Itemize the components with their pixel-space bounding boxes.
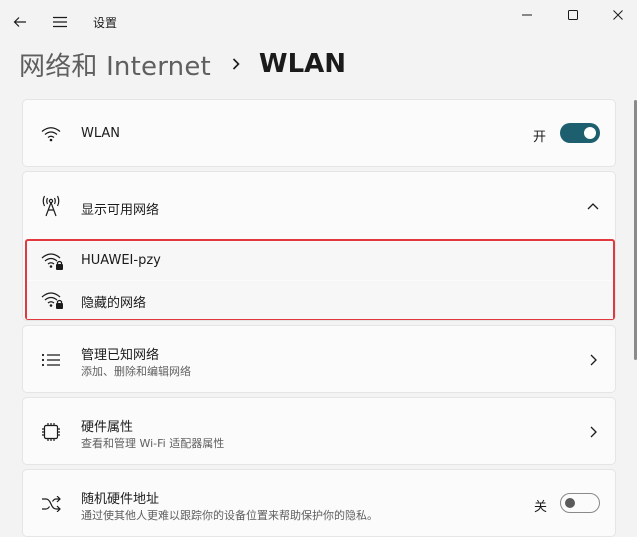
wlan-state-text: 开 bbox=[533, 130, 547, 145]
random-address-toggle[interactable] bbox=[560, 493, 600, 513]
close-button[interactable] bbox=[603, 2, 633, 28]
close-icon bbox=[613, 10, 623, 20]
title-bar: 设置 bbox=[0, 0, 637, 44]
menu-button[interactable] bbox=[48, 10, 72, 34]
hardware-properties-card[interactable]: 硬件属性 查看和管理 Wi-Fi 适配器属性 bbox=[22, 397, 616, 465]
chevron-right-icon bbox=[585, 352, 601, 368]
chevron-up-icon bbox=[585, 198, 601, 214]
wlan-card: WLAN 开 bbox=[22, 99, 616, 167]
shuffle-icon bbox=[39, 492, 63, 516]
manage-networks-subtitle: 添加、删除和编辑网络 bbox=[81, 365, 191, 378]
antenna-icon bbox=[39, 194, 63, 218]
back-arrow-icon bbox=[13, 17, 26, 27]
random-address-subtitle: 通过使其他人更难以跟踪你的设备位置来帮助保护你的隐私。 bbox=[81, 509, 378, 522]
random-address-state-text: 关 bbox=[534, 500, 548, 515]
back-button[interactable] bbox=[8, 10, 32, 34]
chevron-right-icon bbox=[231, 57, 241, 71]
hardware-properties-title: 硬件属性 bbox=[81, 420, 134, 435]
network-list: HUAWEI-pzy 隐藏的网络 bbox=[25, 239, 615, 320]
available-networks-header[interactable]: 显示可用网络 bbox=[23, 172, 615, 240]
network-item[interactable]: HUAWEI-pzy bbox=[27, 242, 613, 280]
wlan-label: WLAN bbox=[81, 126, 121, 141]
toggle-knob bbox=[565, 498, 575, 508]
wifi-lock-icon bbox=[41, 288, 65, 312]
manage-networks-title: 管理已知网络 bbox=[81, 348, 160, 363]
maximize-icon bbox=[568, 10, 578, 20]
chip-icon bbox=[39, 420, 63, 444]
hamburger-icon bbox=[53, 16, 67, 28]
manage-known-networks-card[interactable]: 管理已知网络 添加、删除和编辑网络 bbox=[22, 325, 616, 393]
hardware-properties-subtitle: 查看和管理 Wi-Fi 适配器属性 bbox=[81, 437, 225, 450]
wifi-icon bbox=[39, 122, 63, 146]
network-item[interactable]: 隐藏的网络 bbox=[27, 281, 613, 319]
wlan-toggle[interactable] bbox=[560, 123, 600, 143]
random-address-title: 随机硬件地址 bbox=[81, 492, 160, 507]
toggle-knob bbox=[584, 127, 596, 139]
maximize-button[interactable] bbox=[558, 2, 588, 28]
network-name: 隐藏的网络 bbox=[81, 296, 147, 311]
list-icon bbox=[39, 348, 63, 372]
breadcrumb: 网络和 Internet WLAN bbox=[19, 44, 346, 84]
breadcrumb-parent[interactable]: 网络和 Internet bbox=[19, 46, 211, 83]
minimize-button[interactable] bbox=[512, 2, 542, 28]
random-hardware-address-card: 随机硬件地址 通过使其他人更难以跟踪你的设备位置来帮助保护你的隐私。 关 bbox=[22, 469, 616, 537]
page-title: WLAN bbox=[258, 49, 347, 79]
app-title: 设置 bbox=[93, 16, 118, 30]
minimize-icon bbox=[522, 14, 532, 16]
available-networks-label: 显示可用网络 bbox=[81, 203, 160, 218]
chevron-right-icon bbox=[585, 424, 601, 440]
wifi-lock-icon bbox=[41, 249, 65, 273]
network-name: HUAWEI-pzy bbox=[81, 253, 161, 268]
